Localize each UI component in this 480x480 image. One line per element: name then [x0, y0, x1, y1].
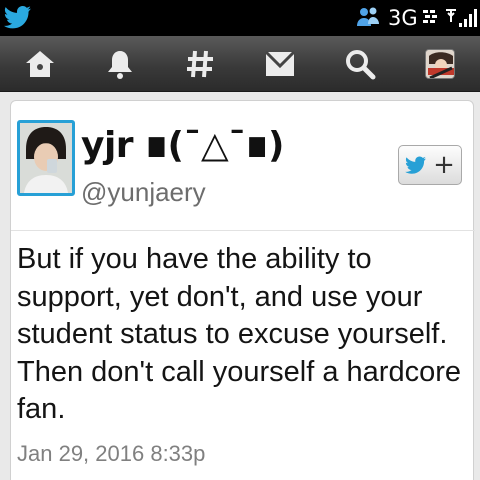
- nav-messages-button[interactable]: [240, 36, 320, 92]
- network-type-label: 3G: [388, 6, 418, 30]
- tweet-text: But if you have the ability to support, …: [17, 243, 462, 425]
- nav-bar: [0, 36, 480, 92]
- contacts-icon: [357, 7, 379, 26]
- nav-home-button[interactable]: [0, 36, 80, 92]
- display-name[interactable]: yjr ∎(¯△¯∎): [81, 125, 285, 166]
- twitter-bird-icon: [4, 6, 31, 29]
- tweet-timestamp[interactable]: Jan 29, 2016 8:33p: [17, 441, 205, 467]
- nav-profile-button[interactable]: [400, 36, 480, 92]
- user-handle[interactable]: @yunjaery: [81, 177, 206, 208]
- tweet-author-row: yjr ∎(¯△¯∎) @yunjaery +: [11, 101, 475, 231]
- signal-bars-icon: [446, 9, 477, 27]
- hashtag-icon: [187, 50, 213, 78]
- plus-icon: +: [433, 150, 455, 180]
- search-icon: [346, 50, 376, 80]
- nav-notifications-button[interactable]: [80, 36, 160, 92]
- avatar-icon: [425, 49, 455, 79]
- follow-button[interactable]: +: [398, 145, 462, 185]
- bell-icon: [108, 51, 132, 79]
- twitter-bird-icon: [405, 156, 427, 174]
- tweet-card: yjr ∎(¯△¯∎) @yunjaery + But if you have …: [10, 100, 475, 480]
- status-bar: 3G: [0, 0, 480, 36]
- nav-discover-button[interactable]: [160, 36, 240, 92]
- avatar[interactable]: [17, 120, 75, 196]
- envelope-icon: [264, 50, 296, 76]
- nav-search-button[interactable]: [320, 36, 400, 92]
- bbm-icon: [423, 10, 437, 23]
- home-icon: [26, 51, 54, 77]
